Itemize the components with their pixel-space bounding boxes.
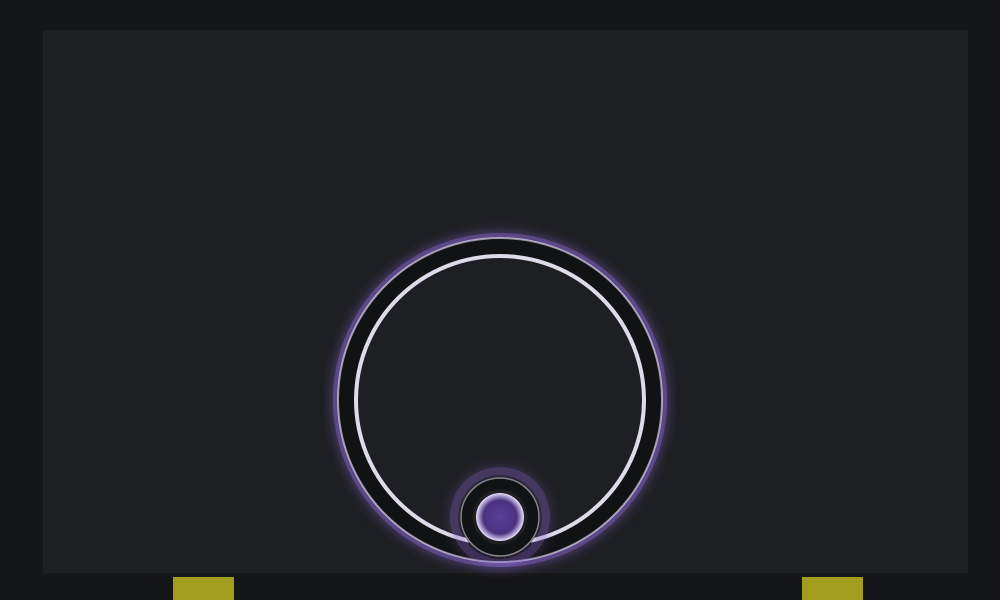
game-frame bbox=[0, 0, 1000, 600]
right-pad bbox=[802, 577, 863, 600]
game-scene bbox=[333, 233, 667, 567]
left-pad bbox=[173, 577, 234, 600]
small-ball bbox=[476, 493, 524, 541]
